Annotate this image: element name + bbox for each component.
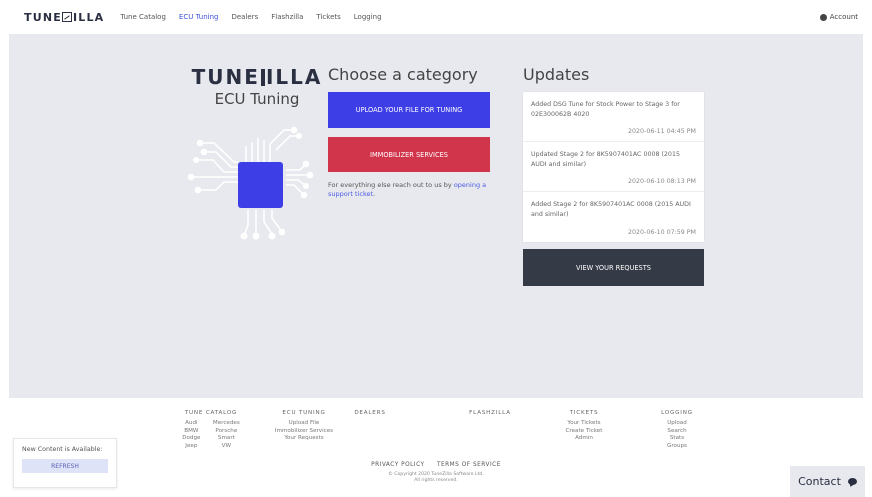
nav-tune-catalog[interactable]: Tune Catalog <box>120 13 166 21</box>
brand-text-left: TUNE <box>24 10 62 24</box>
update-text: Updated Stage 2 for 8K5907401AC 0008 (20… <box>531 151 680 168</box>
footer-link-upload-file[interactable]: Upload File <box>268 420 340 428</box>
footer-link-your-tickets[interactable]: Your Tickets <box>556 420 612 428</box>
user-circle-icon <box>819 13 827 21</box>
copyright-text: © Copyright 2020 TuneZilla Software Ltd.… <box>0 472 872 484</box>
brand-logo[interactable]: TUNE ILLA <box>24 11 104 24</box>
update-item: Added DSG Tune for Stock Power to Stage … <box>523 92 704 142</box>
footer-link-mercedes[interactable]: Mercedes <box>211 420 242 428</box>
hero-brand-right: ILLA <box>265 65 323 89</box>
footer-heading-flashzilla[interactable]: FLASHZILLA <box>462 410 518 416</box>
nav-ecu-tuning[interactable]: ECU Tuning <box>179 13 219 21</box>
refresh-button[interactable]: REFRESH <box>22 459 108 473</box>
terms-of-service-link[interactable]: TERMS OF SERVICE <box>437 462 501 468</box>
top-navbar: TUNE ILLA Tune Catalog ECU Tuning Dealers… <box>0 0 872 34</box>
update-date: 2020-06-10 08:13 PM <box>628 178 696 185</box>
footer-col-logging: LOGGING Upload Search Stats Groups <box>656 410 698 450</box>
account-label: Account <box>829 13 858 21</box>
footer-heading-tune-catalog[interactable]: TUNE CATALOG <box>180 410 242 416</box>
main-panel: TUNE ILLA ECU Tuning Choose a category U… <box>9 34 863 398</box>
update-date: 2020-06-11 04:45 PM <box>628 128 696 135</box>
footer-link-bmw[interactable]: BMW <box>180 428 203 436</box>
immobilizer-services-button[interactable]: IMMOBILIZER SERVICES <box>328 137 490 172</box>
copyright-line-2: All rights reserved. <box>414 478 458 484</box>
category-title: Choose a category <box>328 65 478 84</box>
nav-dealers[interactable]: Dealers <box>231 13 258 21</box>
footer-col-dealers: DEALERS <box>350 410 390 420</box>
footer-link-jeep[interactable]: Jeep <box>180 443 203 451</box>
footer-link-create-ticket[interactable]: Create Ticket <box>556 428 612 436</box>
footer-heading-dealers[interactable]: DEALERS <box>350 410 390 416</box>
hero-brand-left: TUNE <box>191 65 260 89</box>
update-item: Added Stage 2 for 8K5907401AC 0008 (2015… <box>523 192 704 242</box>
footer-col-tickets: TICKETS Your Tickets Create Ticket Admin <box>556 410 612 443</box>
nav-flashzilla[interactable]: Flashzilla <box>271 13 303 21</box>
update-text: Added Stage 2 for 8K5907401AC 0008 (2015… <box>531 201 691 218</box>
support-note-text: For everything else reach out to us by <box>328 181 454 189</box>
hero-logo: TUNE ILLA ECU Tuning <box>192 65 321 108</box>
footer-brand-grid: Audi Mercedes BMW Porsche Dodge Smart Je… <box>180 420 242 450</box>
footer-heading-ecu-tuning[interactable]: ECU TUNING <box>268 410 340 416</box>
footer-link-search[interactable]: Search <box>656 428 698 436</box>
update-notice: New Content is Available: REFRESH <box>13 438 117 488</box>
privacy-policy-link[interactable]: PRIVACY POLICY <box>371 462 425 468</box>
support-note: For everything else reach out to us by o… <box>328 181 503 200</box>
footer-link-upload[interactable]: Upload <box>656 420 698 428</box>
footer-heading-tickets[interactable]: TICKETS <box>556 410 612 416</box>
view-requests-button[interactable]: VIEW YOUR REQUESTS <box>523 249 704 286</box>
update-text: Added DSG Tune for Stock Power to Stage … <box>531 101 680 118</box>
brand-text-right: ILLA <box>72 10 105 24</box>
footer-heading-logging[interactable]: LOGGING <box>656 410 698 416</box>
updates-list: Added DSG Tune for Stock Power to Stage … <box>523 92 704 242</box>
footer-link-admin[interactable]: Admin <box>556 435 612 443</box>
nav-logging[interactable]: Logging <box>354 13 382 21</box>
footer-link-vw[interactable]: VW <box>211 443 242 451</box>
update-date: 2020-06-10 07:59 PM <box>628 229 696 236</box>
footer-col-ecu-tuning: ECU TUNING Upload File Immobilizer Servi… <box>268 410 340 443</box>
circuit-chip-icon <box>187 126 314 240</box>
footer-link-stats[interactable]: Stats <box>656 435 698 443</box>
footer-col-tune-catalog: TUNE CATALOG Audi Mercedes BMW Porsche D… <box>180 410 242 450</box>
notice-text: New Content is Available: <box>22 446 103 453</box>
chat-bubble-icon <box>847 478 857 485</box>
contact-label: Contact <box>798 475 841 488</box>
hero-subtitle: ECU Tuning <box>214 90 300 108</box>
footer-link-audi[interactable]: Audi <box>180 420 203 428</box>
updates-title: Updates <box>523 65 590 84</box>
footer-link-smart[interactable]: Smart <box>211 435 242 443</box>
contact-button[interactable]: Contact <box>790 466 865 497</box>
support-note-suffix: . <box>373 190 376 199</box>
update-item: Updated Stage 2 for 8K5907401AC 0008 (20… <box>523 142 704 192</box>
account-menu[interactable]: Account <box>819 13 858 21</box>
footer-link-immobilizer[interactable]: Immobilizer Services <box>268 428 340 436</box>
footer-link-groups[interactable]: Groups <box>656 443 698 451</box>
hero-brand: TUNE ILLA <box>192 65 321 89</box>
footer-legal: PRIVACY POLICY TERMS OF SERVICE © Copyri… <box>0 462 872 484</box>
upload-file-button[interactable]: UPLOAD YOUR FILE FOR TUNING <box>328 92 490 128</box>
legal-links: PRIVACY POLICY TERMS OF SERVICE <box>0 462 872 468</box>
footer-col-flashzilla: FLASHZILLA <box>462 410 518 420</box>
footer-link-porsche[interactable]: Porsche <box>211 428 242 436</box>
nav-tickets[interactable]: Tickets <box>316 13 340 21</box>
hero-z-icon <box>260 68 265 86</box>
footer-link-your-requests[interactable]: Your Requests <box>268 435 340 443</box>
footer-link-dodge[interactable]: Dodge <box>180 435 203 443</box>
brand-z-icon <box>62 12 73 22</box>
